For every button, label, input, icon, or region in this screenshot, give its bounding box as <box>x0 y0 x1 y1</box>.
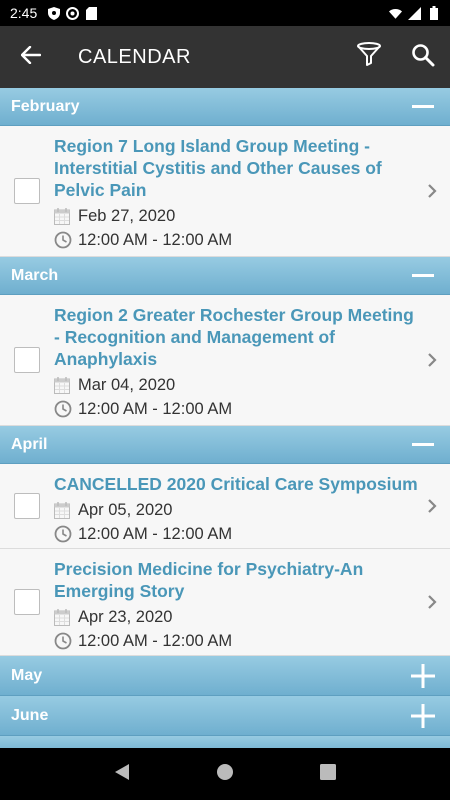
app-bar: CALENDAR <box>0 26 450 88</box>
back-button[interactable] <box>0 26 62 88</box>
minus-icon[interactable] <box>408 426 438 464</box>
month-label: February <box>11 97 80 115</box>
calendar-icon <box>54 607 78 627</box>
minus-icon[interactable] <box>408 257 438 295</box>
month-label: April <box>11 435 48 453</box>
event-title: Region 2 Greater Rochester Group Meeting… <box>54 305 414 369</box>
chevron-right-icon <box>424 295 440 425</box>
status-bar: 2:45 <box>0 0 450 26</box>
status-icons-left <box>47 6 98 20</box>
calendar-icon <box>54 206 78 226</box>
month-label: March <box>11 266 59 284</box>
chevron-right-icon <box>424 126 440 256</box>
month-header-partial <box>0 736 450 748</box>
system-nav-bar <box>0 748 450 800</box>
event-title: CANCELLED 2020 Critical Care Symposium <box>54 474 418 494</box>
event-checkbox[interactable] <box>14 178 40 204</box>
calendar-icon <box>54 500 78 520</box>
clock-icon <box>54 399 78 419</box>
nav-recents-button[interactable] <box>308 754 348 794</box>
event-title: Precision Medicine for Psychiatry-An Eme… <box>54 559 364 601</box>
event-checkbox[interactable] <box>14 493 40 519</box>
minus-icon[interactable] <box>408 88 438 126</box>
event-row[interactable]: CANCELLED 2020 Critical Care Symposium A… <box>0 464 450 549</box>
funnel-icon <box>356 41 382 73</box>
event-time: 12:00 AM - 12:00 AM <box>78 524 233 543</box>
nav-home-button[interactable] <box>205 754 245 794</box>
event-time: 12:00 AM - 12:00 AM <box>78 230 233 249</box>
month-label: May <box>11 666 43 684</box>
status-time: 2:45 <box>10 5 38 21</box>
calendar-list[interactable]: February Region 7 Long Island Group Meet… <box>0 88 450 748</box>
search-button[interactable] <box>396 26 450 88</box>
triangle-back-icon <box>114 763 130 786</box>
wifi-icon <box>389 7 402 20</box>
event-title: Region 7 Long Island Group Meeting - Int… <box>54 136 382 200</box>
month-header-april[interactable]: April <box>0 426 450 464</box>
filter-button[interactable] <box>342 26 396 88</box>
nav-back-button[interactable] <box>102 754 142 794</box>
clock-icon <box>54 631 78 651</box>
status-icons-right <box>389 6 440 20</box>
event-checkbox[interactable] <box>14 347 40 373</box>
event-row[interactable]: Precision Medicine for Psychiatry-An Eme… <box>0 549 450 656</box>
plus-icon[interactable] <box>408 656 438 696</box>
search-icon <box>411 43 435 72</box>
at-sign-icon <box>66 6 80 20</box>
event-date: Feb 27, 2020 <box>78 206 176 225</box>
calendar-icon <box>54 375 78 395</box>
month-header-may[interactable]: May <box>0 656 450 696</box>
event-time: 12:00 AM - 12:00 AM <box>78 631 233 650</box>
plus-icon[interactable] <box>408 696 438 736</box>
circle-home-icon <box>216 763 234 786</box>
page-title: CALENDAR <box>78 45 191 68</box>
event-checkbox[interactable] <box>14 589 40 615</box>
month-header-june[interactable]: June <box>0 696 450 736</box>
event-date: Apr 05, 2020 <box>78 500 173 519</box>
arrow-left-icon <box>20 45 42 69</box>
event-date: Apr 23, 2020 <box>78 607 173 626</box>
sd-card-icon <box>85 6 98 20</box>
month-header-march[interactable]: March <box>0 257 450 295</box>
event-time: 12:00 AM - 12:00 AM <box>78 399 233 418</box>
battery-icon <box>427 6 440 20</box>
signal-icon <box>408 6 421 20</box>
clock-icon <box>54 524 78 544</box>
clock-icon <box>54 230 78 250</box>
event-row[interactable]: Region 2 Greater Rochester Group Meeting… <box>0 295 450 426</box>
event-date: Mar 04, 2020 <box>78 375 176 394</box>
shield-icon <box>47 6 60 20</box>
square-recents-icon <box>320 763 337 785</box>
chevron-right-icon <box>424 464 440 548</box>
month-label: June <box>11 706 49 724</box>
chevron-right-icon <box>424 549 440 655</box>
event-row[interactable]: Region 7 Long Island Group Meeting - Int… <box>0 126 450 257</box>
month-header-february[interactable]: February <box>0 88 450 126</box>
